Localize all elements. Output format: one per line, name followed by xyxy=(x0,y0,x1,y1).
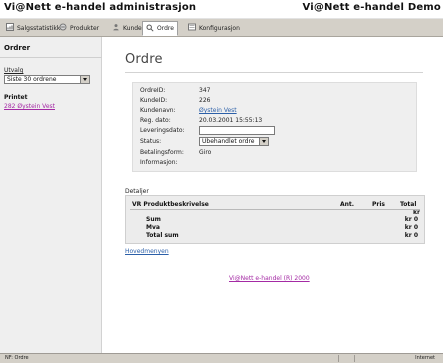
field-label: Status: xyxy=(140,138,162,145)
statusbar: NF: Ordre Internet xyxy=(0,353,443,363)
details-column-header: Pris xyxy=(372,201,385,208)
field-label: Informasjon: xyxy=(140,159,178,166)
tab-ordre-label: Ordre xyxy=(157,25,174,32)
field-label: Reg. dato: xyxy=(140,117,171,124)
utvalg-select[interactable]: Siste 30 ordrene xyxy=(4,75,90,84)
field-row: Informasjon: xyxy=(133,159,416,169)
user-icon xyxy=(112,23,120,33)
tab-konfigurasjon[interactable]: Konfigurasjon xyxy=(184,21,244,35)
printed-label: Printet xyxy=(4,94,28,101)
tab-ordre[interactable]: Ordre xyxy=(142,21,178,36)
statusbar-divider xyxy=(354,355,355,362)
product-icon xyxy=(59,23,67,33)
field-row: Status: Ubehandlet ordre xyxy=(133,137,416,148)
main-content: Ordre OrdreID: 347 KundeID: 226 Kundenav… xyxy=(102,37,443,353)
header-right-title: Vi@Nett e-handel Demo xyxy=(302,2,441,13)
field-row: Betalingsform: Giro xyxy=(133,149,416,159)
sidebar: Ordrer Utvalg Siste 30 ordrene Printet 2… xyxy=(0,37,102,353)
sum-label: Sum xyxy=(146,216,161,223)
order-info-panel: OrdreID: 347 KundeID: 226 Kundenavn: Øys… xyxy=(132,82,417,172)
utvalg-value: Siste 30 ordrene xyxy=(7,76,57,83)
details-column-header: Total xyxy=(400,201,417,208)
mva-label: Mva xyxy=(146,224,160,231)
tab-produkter[interactable]: Produkter xyxy=(55,21,103,35)
statusbar-divider xyxy=(338,355,339,362)
search-icon xyxy=(146,24,154,34)
sidebar-divider xyxy=(0,57,102,58)
field-row: OrdreID: 347 xyxy=(133,87,416,97)
total-sum-value: kr 0 xyxy=(404,232,418,239)
footer-link[interactable]: Vi@Nett e-handel (R) 2000 xyxy=(229,275,310,282)
statusbar-left: NF: Ordre xyxy=(5,355,29,361)
statusbar-right: Internet xyxy=(415,355,435,361)
field-label: Leveringsdato: xyxy=(140,127,185,134)
field-value: Giro xyxy=(199,149,212,156)
tab-salgsstatistikk-label: Salgsstatistikk xyxy=(17,24,61,32)
field-row: Kundenavn: Øystein Vest xyxy=(133,107,416,117)
currency-label: kr xyxy=(413,209,420,216)
app-header: Vi@Nett e-handel administrasjon Vi@Nett … xyxy=(0,0,443,19)
wrench-icon xyxy=(188,23,196,33)
toolbar: Salgsstatistikk Produkter Kunder Ordre K… xyxy=(0,19,443,37)
customer-link[interactable]: Øystein Vest xyxy=(199,107,237,114)
status-value: Ubehandlet ordre xyxy=(202,138,255,145)
page-title: Ordre xyxy=(125,52,163,67)
utvalg-label: Utvalg xyxy=(4,67,24,74)
details-table: VR Produktbeskrivelse Ant. Pris Total kr… xyxy=(125,195,425,244)
status-select[interactable]: Ubehandlet ordre xyxy=(199,137,269,146)
header-left-title: Vi@Nett e-handel administrasjon xyxy=(4,2,197,13)
mva-value: kr 0 xyxy=(404,224,418,231)
field-value: 226 xyxy=(199,97,211,104)
tab-produkter-label: Produkter xyxy=(70,24,100,32)
field-label: Betalingsform: xyxy=(140,149,184,156)
sidebar-title: Ordrer xyxy=(4,44,31,52)
field-label: OrdreID: xyxy=(140,87,166,94)
details-divider xyxy=(130,209,420,210)
field-label: Kundenavn: xyxy=(140,107,176,114)
tab-konfigurasjon-label: Konfigurasjon xyxy=(199,24,240,32)
title-divider xyxy=(125,72,423,73)
field-value: 347 xyxy=(199,87,211,94)
chart-icon xyxy=(6,23,14,33)
printed-link[interactable]: 282 Øystein Vest xyxy=(4,103,55,110)
field-label: KundeID: xyxy=(140,97,168,104)
field-row: KundeID: 226 xyxy=(133,97,416,107)
chevron-down-icon xyxy=(80,76,89,83)
main-menu-link[interactable]: Hovedmenyen xyxy=(125,248,169,255)
total-sum-label: Total sum xyxy=(146,232,179,239)
details-column-header: Ant. xyxy=(340,201,355,208)
details-label: Detaljer xyxy=(125,188,149,195)
field-value: 20.03.2001 15:55:13 xyxy=(199,117,263,124)
leveringsdato-input[interactable] xyxy=(199,126,275,135)
app-window: Vi@Nett e-handel administrasjon Vi@Nett … xyxy=(0,0,443,363)
field-row: Leveringsdato: xyxy=(133,126,416,137)
details-column-header: VR Produktbeskrivelse xyxy=(132,201,209,208)
sum-value: kr 0 xyxy=(404,216,418,223)
chevron-down-icon xyxy=(259,138,268,145)
